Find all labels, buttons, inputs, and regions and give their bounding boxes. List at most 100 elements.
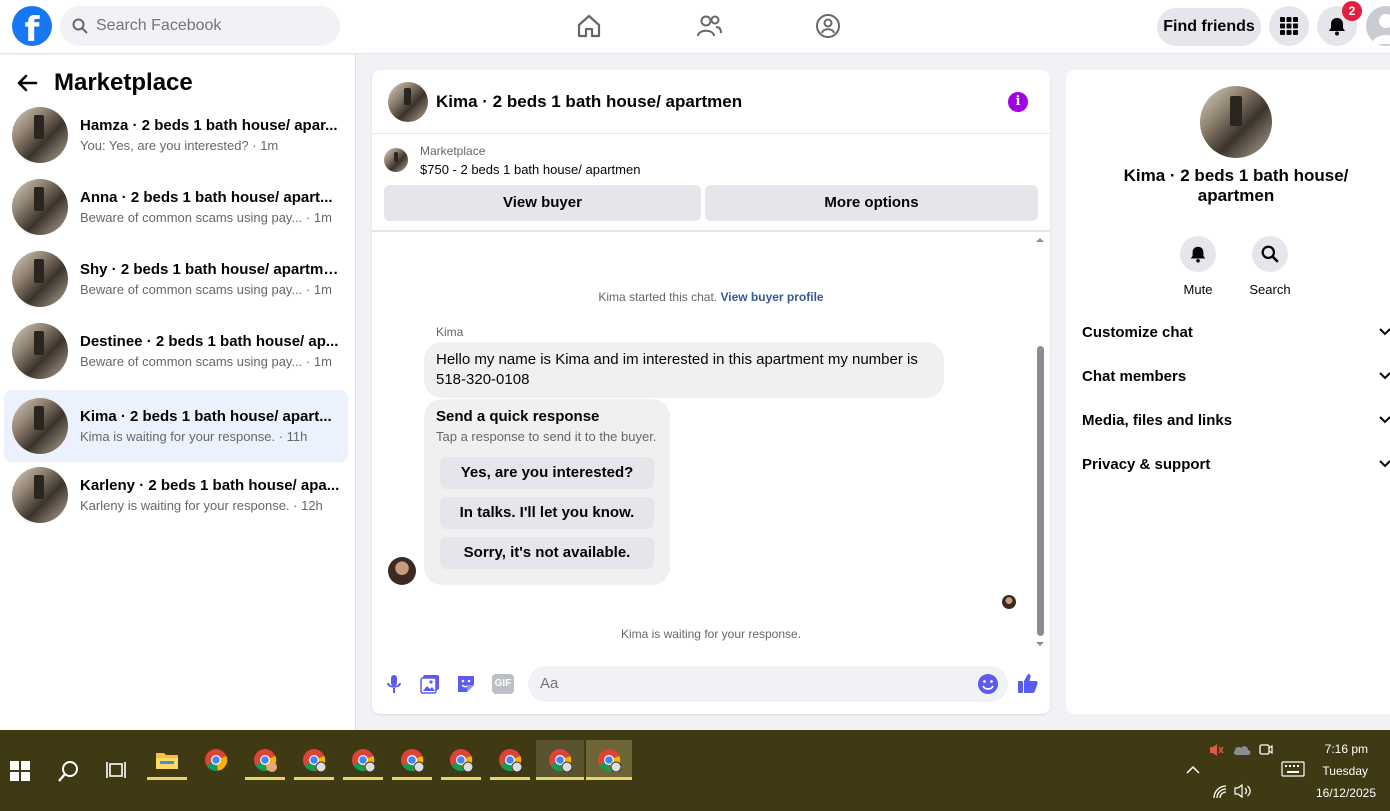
chrome-icon	[598, 749, 621, 772]
task-view-icon[interactable]	[106, 760, 126, 780]
notification-badge: 2	[1342, 1, 1362, 21]
chat-header: Kima · 2 beds 1 bath house/ apartmen i	[372, 70, 1050, 134]
chrome-profile-app[interactable]	[294, 740, 334, 780]
quick-response-card: Send a quick response Tap a response to …	[424, 399, 670, 585]
section-media-files-links[interactable]: Media, files and links	[1082, 400, 1390, 440]
view-buyer-button[interactable]: View buyer	[384, 185, 701, 221]
chrome-profile-app[interactable]	[441, 740, 481, 780]
facebook-logo[interactable]: f	[12, 6, 52, 46]
chrome-profile-app[interactable]	[392, 740, 432, 780]
sticker-icon[interactable]	[456, 674, 476, 694]
conversation-item[interactable]: Karleny · 2 beds 1 bath house/ apa... Kar…	[4, 459, 348, 531]
chat-details-panel: Kima · 2 beds 1 bath house/ apartmen Mut…	[1066, 70, 1390, 714]
mute-action[interactable]: Mute	[1168, 236, 1228, 297]
message-composer: GIF	[372, 660, 1050, 708]
conversation-name: Hamza · 2 beds 1 bath house/ apar...	[80, 117, 338, 134]
onedrive-icon[interactable]	[1233, 744, 1251, 756]
home-icon[interactable]	[575, 12, 603, 40]
emoji-icon[interactable]	[977, 673, 999, 695]
quick-response-option[interactable]: In talks. I'll let you know.	[440, 497, 654, 529]
taskbar-date[interactable]: 16/12/2025	[1300, 786, 1376, 800]
quick-response-option[interactable]: Yes, are you interested?	[440, 457, 654, 489]
taskbar-day[interactable]: Tuesday	[1300, 764, 1368, 778]
bell-icon	[1329, 18, 1345, 36]
section-chat-members[interactable]: Chat members	[1082, 356, 1390, 396]
more-options-button[interactable]: More options	[705, 185, 1038, 221]
conversation-item[interactable]: Shy · 2 beds 1 bath house/ apartmen Bewar…	[4, 243, 348, 315]
chrome-profile-app-focused[interactable]	[536, 740, 584, 780]
find-friends-button[interactable]: Find friends	[1157, 8, 1261, 46]
wifi-icon[interactable]	[1212, 784, 1228, 800]
search-input[interactable]	[96, 17, 316, 35]
bell-icon	[1190, 246, 1206, 263]
listing-thumbnail	[12, 179, 68, 235]
section-customize-chat[interactable]: Customize chat	[1082, 312, 1390, 352]
chevron-down-icon	[1379, 460, 1390, 468]
scroll-up-icon[interactable]	[1036, 236, 1044, 244]
section-label: Media, files and links	[1082, 411, 1233, 429]
scrollbar-thumb[interactable]	[1037, 346, 1044, 636]
chat-window: Kima · 2 beds 1 bath house/ apartmen i M…	[372, 70, 1050, 714]
conversation-preview: Beware of common scams using pay... · 1m	[80, 210, 332, 225]
chrome-profile-app[interactable]	[490, 740, 530, 780]
listing-summary: Marketplace $750 - 2 beds 1 bath house/ …	[384, 144, 640, 177]
chevron-up-icon[interactable]	[1186, 765, 1200, 775]
conversation-name: Shy · 2 beds 1 bath house/ apartmen	[80, 261, 340, 278]
section-privacy-support[interactable]: Privacy & support	[1082, 444, 1390, 484]
conversation-preview: You: Yes, are you interested? · 1m	[80, 138, 279, 153]
section-label: Customize chat	[1082, 323, 1193, 341]
chat-details-title: Kima · 2 beds 1 bath house/ apartmen	[1123, 166, 1349, 205]
chrome-icon	[401, 749, 424, 772]
sender-avatar[interactable]	[388, 557, 416, 585]
conversation-list-panel: Marketplace Hamza · 2 beds 1 bath house/…	[0, 55, 356, 730]
taskbar-time[interactable]: 7:16 pm	[1300, 742, 1368, 756]
photo-icon[interactable]	[420, 674, 440, 694]
app-running-indicator	[490, 777, 530, 780]
chrome-profile-app[interactable]	[245, 740, 285, 780]
view-buyer-profile-link[interactable]: View buyer profile	[720, 290, 823, 304]
scroll-down-icon[interactable]	[1036, 640, 1044, 648]
volume-icon[interactable]	[1234, 783, 1252, 799]
section-label: Privacy & support	[1082, 455, 1211, 473]
conversation-item[interactable]: Hamza · 2 beds 1 bath house/ apar... You:…	[4, 99, 348, 171]
chrome-app[interactable]	[196, 740, 236, 780]
search-box[interactable]	[60, 6, 340, 46]
chat-title[interactable]: Kima · 2 beds 1 bath house/ apartmen	[436, 92, 742, 112]
chat-thumbnail[interactable]	[388, 81, 428, 122]
message-input[interactable]	[528, 666, 1008, 702]
chrome-icon	[303, 749, 326, 772]
profile-avatar[interactable]	[1366, 6, 1390, 46]
windows-start-icon[interactable]	[10, 761, 30, 781]
speaker-muted-icon[interactable]	[1208, 742, 1224, 758]
file-explorer-app[interactable]	[147, 740, 187, 780]
microphone-icon[interactable]	[384, 674, 404, 694]
search-action[interactable]: Search	[1240, 236, 1300, 297]
app-running-indicator	[392, 777, 432, 780]
conversation-item[interactable]: Destinee · 2 beds 1 bath house/ ap... Bew…	[4, 315, 348, 387]
page-title: Marketplace	[54, 69, 193, 96]
listing-thumbnail	[12, 107, 68, 163]
chat-started-notice: Kima started this chat. View buyer profi…	[372, 290, 1050, 304]
search-icon	[1261, 245, 1279, 263]
friends-icon[interactable]	[695, 12, 723, 40]
message-bubble: Hello my name is Kima and im interested …	[424, 342, 944, 398]
mute-label: Mute	[1183, 282, 1213, 297]
section-label: Chat members	[1082, 367, 1187, 385]
gif-icon[interactable]: GIF	[492, 674, 514, 694]
quick-response-option[interactable]: Sorry, it's not available.	[440, 537, 654, 569]
chrome-profile-app-active[interactable]	[586, 740, 632, 780]
groups-icon[interactable]	[814, 12, 842, 40]
chrome-profile-app[interactable]	[343, 740, 383, 780]
back-arrow-icon[interactable]	[16, 72, 38, 94]
menu-button[interactable]	[1269, 6, 1309, 46]
meet-now-icon[interactable]	[1259, 742, 1273, 758]
chrome-icon	[254, 749, 277, 772]
app-running-indicator	[245, 777, 285, 780]
info-icon[interactable]: i	[1008, 92, 1028, 112]
top-navigation-bar: f Find friends 2	[0, 0, 1390, 54]
taskbar-search-icon[interactable]	[57, 759, 81, 783]
conversation-item-active[interactable]: Kima · 2 beds 1 bath house/ apart... Kima…	[4, 390, 348, 462]
conversation-preview: Beware of common scams using pay... · 1m	[80, 354, 332, 369]
thumbs-up-icon[interactable]	[1017, 672, 1039, 694]
conversation-item[interactable]: Anna · 2 beds 1 bath house/ apart... Bewa…	[4, 171, 348, 243]
